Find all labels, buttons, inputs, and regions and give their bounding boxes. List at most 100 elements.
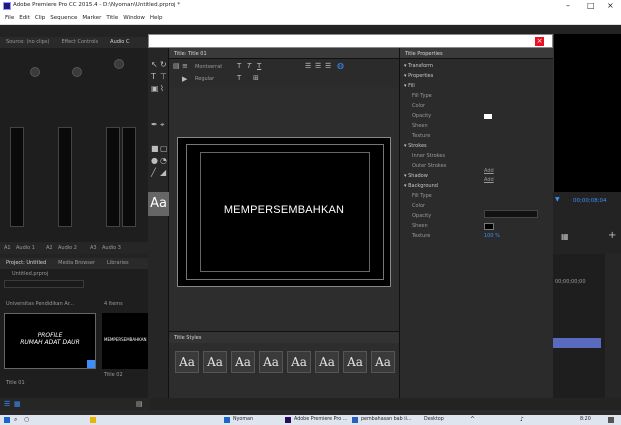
icon-view-icon[interactable]: ▦ (14, 400, 21, 408)
taskbar-desktop-toolbar[interactable]: Desktop (424, 415, 444, 425)
notifications-icon[interactable] (608, 417, 614, 423)
menu-clip[interactable]: Clip (35, 12, 45, 25)
tab-project[interactable]: Project: Untitled (0, 258, 52, 269)
wedge-tool-icon[interactable]: ◢ (160, 168, 166, 177)
title-style-swatch[interactable]: Aa (315, 351, 339, 373)
menu-help[interactable]: Help (150, 12, 163, 25)
title-style-swatch[interactable]: Aa (203, 351, 227, 373)
selection-tool-icon[interactable]: ↖ (151, 60, 158, 69)
rectangle-tool-icon[interactable]: ■ (151, 144, 159, 153)
menu-window[interactable]: Window (123, 12, 145, 25)
close-window-icon[interactable]: × (607, 1, 614, 10)
small-caps-icon[interactable]: T (237, 74, 241, 82)
button-editor-icon[interactable]: ▦ (561, 232, 569, 241)
arc-tool-icon[interactable]: ◔ (160, 156, 167, 165)
add-outer-stroke-link[interactable]: Add (484, 177, 494, 183)
tab-stops-icon[interactable]: ⊞ (253, 74, 259, 82)
notification-chevron-icon[interactable]: ^ (470, 415, 475, 425)
align-right-icon[interactable]: ☰ (325, 62, 331, 70)
tab-effect-controls[interactable]: Effect Controls (55, 37, 104, 48)
font-family-select[interactable]: Montserrat (195, 64, 222, 70)
rounded-rectangle-tool-icon[interactable]: ▢ (160, 144, 168, 153)
audio-clip-mixer-panel: Source: (no clips) Effect Controls Audio C (0, 37, 150, 242)
property-group-header[interactable]: ▾ Properties (404, 73, 433, 79)
menu-title[interactable]: Title (106, 12, 118, 25)
template-icon[interactable]: ▶ (182, 75, 187, 83)
rotation-tool-icon[interactable]: ↻ (160, 60, 167, 69)
align-left-icon[interactable]: ☰ (305, 62, 311, 70)
pan-knob[interactable] (30, 67, 40, 77)
tab-media-browser[interactable]: Media Browser (52, 258, 101, 269)
taskbar-app-premiere[interactable]: Adobe Premiere Pro ... (294, 415, 347, 425)
background-opacity-value[interactable]: 100 % (484, 233, 500, 239)
title-properties-tab[interactable]: Title Properties (405, 51, 443, 57)
project-panel-tabs: Project: Untitled Media Browser Libraries (0, 258, 150, 269)
menu-edit[interactable]: Edit (19, 12, 30, 25)
property-group-header[interactable]: ▾ Transform (404, 63, 433, 69)
close-title-window-icon[interactable]: × (535, 37, 544, 46)
minimize-icon[interactable]: – (566, 1, 570, 10)
tab-libraries[interactable]: Libraries (101, 258, 135, 269)
area-type-tool-icon[interactable]: ▣ (151, 84, 159, 93)
roll-crawl-icon[interactable]: ≡ (182, 62, 188, 70)
bold-icon[interactable]: T (237, 62, 241, 70)
property-group-header[interactable]: ▾ Background (404, 183, 438, 189)
show-background-video-icon[interactable]: ◍ (337, 61, 344, 70)
title-style-swatch[interactable]: Aa (287, 351, 311, 373)
tab-source[interactable]: Source: (no clips) (0, 37, 55, 48)
start-icon[interactable] (4, 417, 10, 423)
line-tool-icon[interactable]: ╱ (151, 168, 156, 177)
type-tool-icon[interactable]: T (151, 72, 156, 81)
volume-icon[interactable]: ♪ (520, 415, 524, 425)
playhead-marker-icon[interactable]: ▼ (555, 196, 560, 203)
project-search-input[interactable] (4, 280, 84, 288)
timeline-timecode[interactable]: 00;00;00;00 (555, 279, 586, 285)
search-icon[interactable]: ⌕ (14, 415, 17, 425)
clip-thumbnail[interactable]: MEMPERSEMBAHKAN (102, 313, 150, 369)
title-style-swatch[interactable]: Aa (343, 351, 367, 373)
title-styles-tab[interactable]: Title Styles (174, 335, 201, 341)
add-button-icon[interactable]: + (608, 230, 616, 241)
title-style-swatch[interactable]: Aa (371, 351, 395, 373)
title-style-swatch[interactable]: Aa (259, 351, 283, 373)
pen-tool-icon[interactable]: ✒ (151, 120, 158, 129)
taskbar-app-nyoman[interactable]: Nyoman (233, 415, 253, 425)
menu-sequence[interactable]: Sequence (50, 12, 77, 25)
title-text-object[interactable]: MEMPERSEMBAHKAN (178, 204, 390, 216)
align-center-icon[interactable]: ☰ (315, 62, 321, 70)
volume-meter (58, 127, 72, 227)
title-canvas[interactable]: MEMPERSEMBAHKAN (177, 137, 391, 287)
menu-marker[interactable]: Marker (82, 12, 101, 25)
file-explorer-icon[interactable] (90, 417, 96, 423)
anchor-tool-icon[interactable]: ⌖ (160, 120, 165, 130)
add-inner-stroke-link[interactable]: Add (484, 168, 494, 174)
menu-file[interactable]: File (5, 12, 14, 25)
clip-thumbnail[interactable]: PROFILE RUMAH ADAT DAUR (4, 313, 96, 369)
path-type-tool-icon[interactable]: ⌇ (160, 84, 164, 93)
pan-knob[interactable] (72, 67, 82, 77)
property-group-header[interactable]: ▾ Strokes (404, 143, 427, 149)
italic-icon[interactable]: T (247, 62, 251, 70)
vertical-type-tool-icon[interactable]: ⊤ (160, 72, 167, 81)
fill-color-swatch[interactable] (484, 114, 492, 119)
title-style-swatch[interactable]: Aa (231, 351, 255, 373)
title-style-swatch[interactable]: Aa (175, 351, 199, 373)
underline-icon[interactable]: T (257, 62, 261, 70)
font-style-select[interactable]: Regular (195, 76, 214, 82)
new-title-icon[interactable]: ▤ (173, 62, 180, 70)
audio-clip-bar[interactable] (553, 338, 601, 348)
taskbar-app-word[interactable]: pembahasan bab ii... (361, 415, 411, 425)
tab-audio-clip-mixer[interactable]: Audio C (104, 37, 135, 48)
cortana-icon[interactable]: ○ (24, 415, 29, 425)
new-item-icon[interactable]: ▤ (136, 400, 143, 408)
maximize-icon[interactable]: □ (587, 1, 595, 10)
title-tab[interactable]: Title: Title 01 (174, 51, 207, 57)
background-color-swatch[interactable] (484, 223, 494, 230)
program-timecode[interactable]: 00;00;08;04 (573, 198, 607, 204)
fill-type-select[interactable] (484, 210, 538, 218)
property-group-header[interactable]: ▾ Fill (404, 83, 415, 89)
pan-knob[interactable] (114, 59, 124, 69)
ellipse-tool-icon[interactable]: ● (151, 156, 158, 165)
property-group-header[interactable]: ▾ Shadow (404, 173, 428, 179)
list-view-icon[interactable]: ☰ (4, 400, 10, 408)
